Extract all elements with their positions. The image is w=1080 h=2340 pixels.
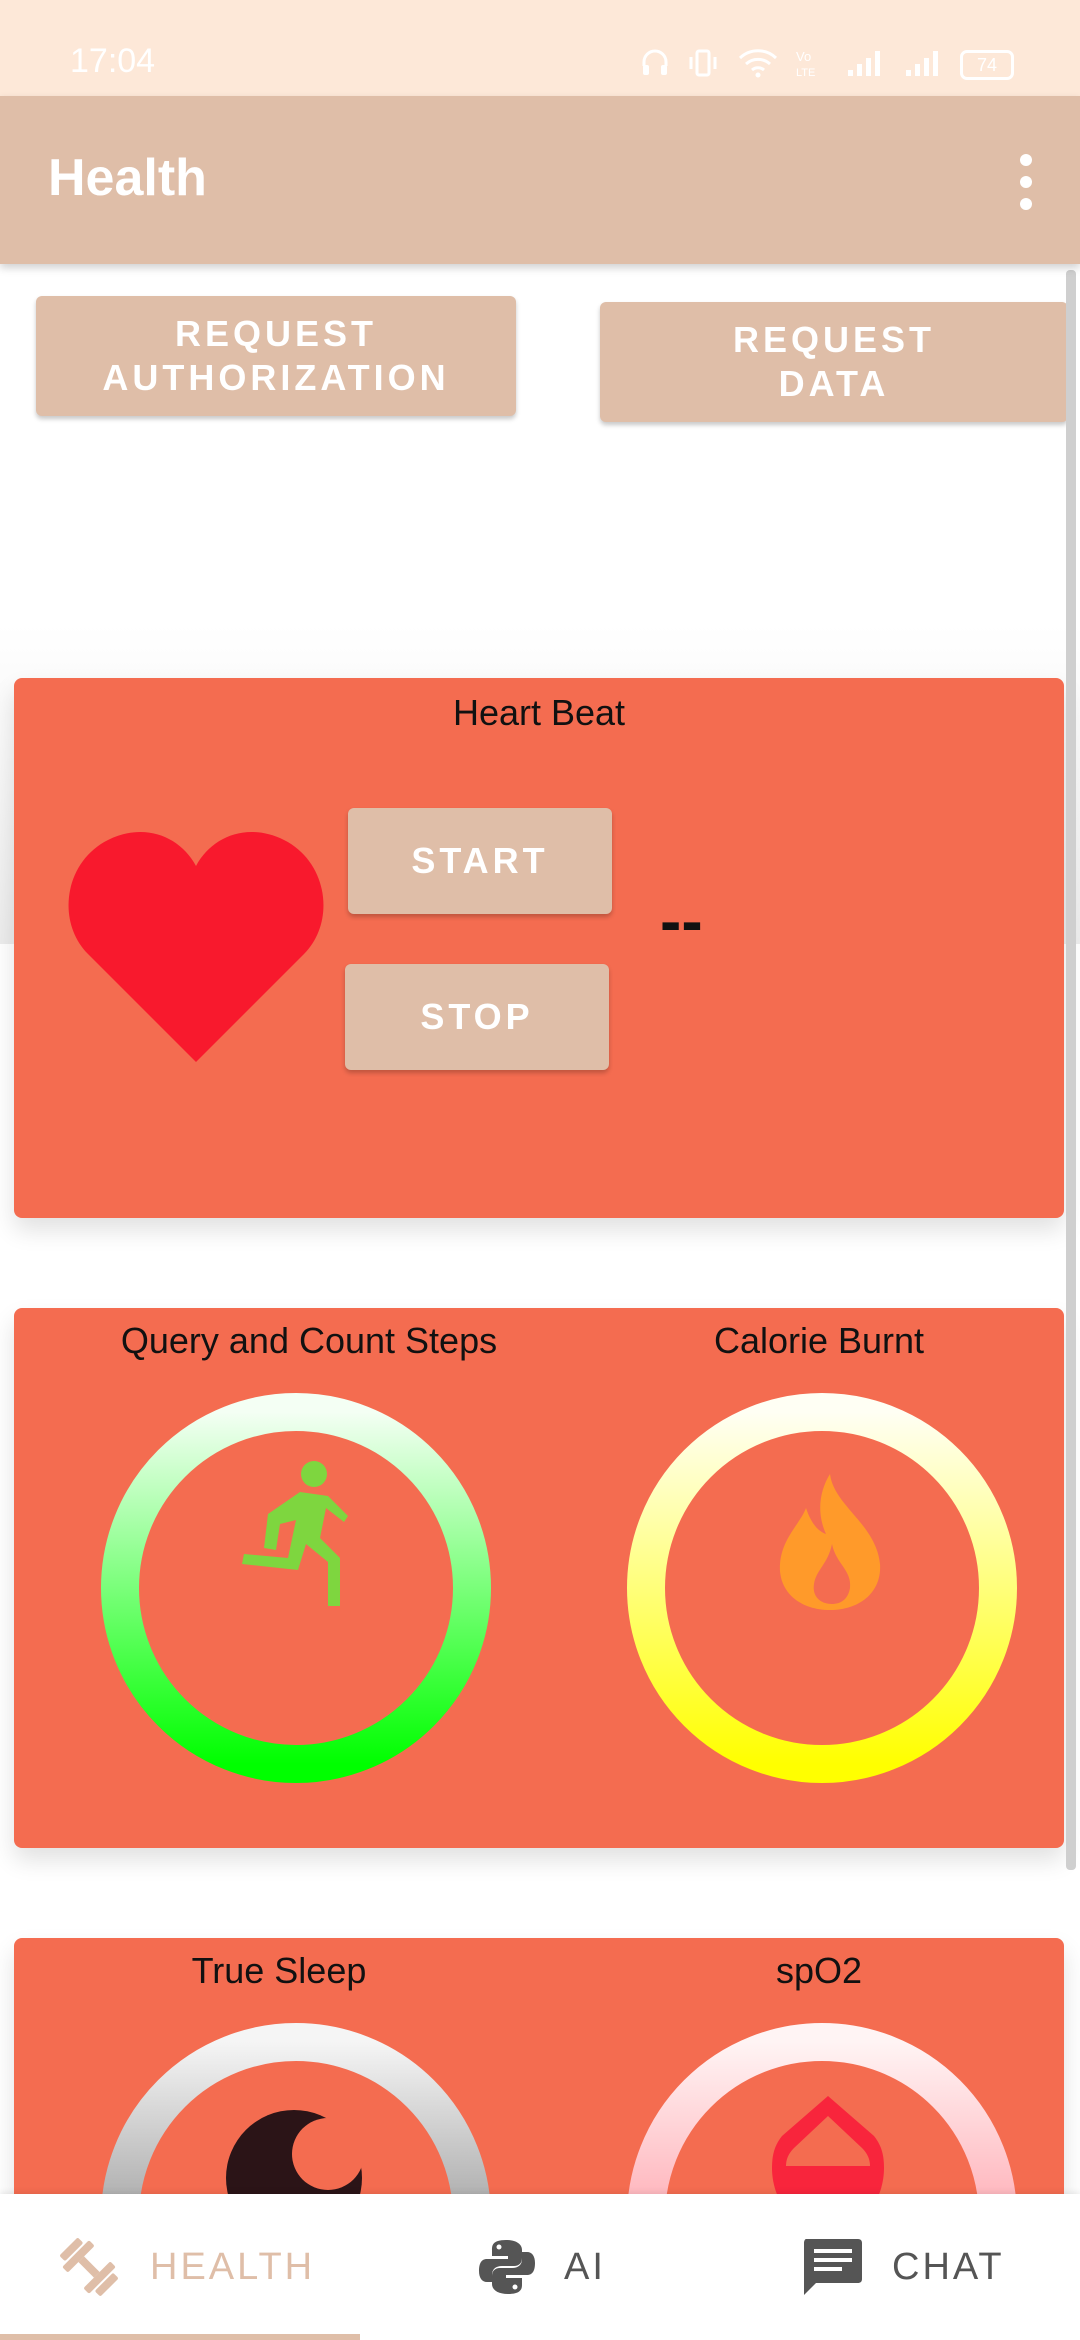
heart-beat-card: Heart Beat START STOP -- xyxy=(14,678,1064,1218)
nav-label-chat: CHAT xyxy=(892,2245,1005,2288)
scrollbar[interactable] xyxy=(1066,270,1076,1870)
chat-icon xyxy=(804,2239,862,2295)
nav-item-ai[interactable]: AI xyxy=(478,2194,606,2340)
vibrate-icon xyxy=(689,49,717,77)
heart-icon xyxy=(68,832,324,1062)
bottom-navigation: HEALTH AI CHAT xyxy=(0,2194,1080,2340)
request-data-button[interactable]: REQUEST DATA xyxy=(600,302,1068,422)
dumbbell-icon xyxy=(60,2238,118,2296)
status-time: 17:04 xyxy=(70,42,156,80)
running-person-icon xyxy=(242,1461,348,1606)
nav-item-chat[interactable]: CHAT xyxy=(800,2194,1005,2340)
nav-label-ai: AI xyxy=(564,2245,606,2288)
request-authorization-button[interactable]: REQUEST AUTHORIZATION xyxy=(36,296,516,416)
nav-item-health[interactable]: HEALTH xyxy=(56,2194,315,2340)
steps-calorie-card: Query and Count Steps Calorie Burnt xyxy=(14,1308,1064,1848)
signal-icon xyxy=(848,51,880,76)
battery-level: 74 xyxy=(976,54,998,75)
headset-icon xyxy=(642,49,668,75)
sleep-title: True Sleep xyxy=(191,1950,367,1991)
signal-icon xyxy=(906,51,938,76)
more-vert-icon xyxy=(1020,154,1032,166)
spo2-title: spO2 xyxy=(775,1950,863,1991)
fire-icon xyxy=(779,1474,881,1610)
battery-icon: 74 xyxy=(960,50,1014,80)
svg-text:Vo: Vo xyxy=(796,49,811,64)
heart-rate-value: -- xyxy=(660,885,703,957)
page-title: Health xyxy=(48,149,207,207)
calorie-title: Calorie Burnt xyxy=(713,1320,925,1361)
blood-drop-icon xyxy=(772,2096,884,2194)
active-tab-indicator xyxy=(0,2334,360,2340)
steps-title: Query and Count Steps xyxy=(120,1320,498,1361)
app-bar: Health xyxy=(0,96,1080,264)
wifi-icon xyxy=(738,49,778,78)
stop-button[interactable]: STOP xyxy=(345,964,609,1070)
overflow-menu-button[interactable] xyxy=(996,152,1056,212)
python-icon xyxy=(479,2240,535,2294)
status-bar: 17:04 Vo LTE 74 xyxy=(0,0,1080,96)
volte-icon: Vo LTE xyxy=(796,49,815,78)
start-button[interactable]: START xyxy=(348,808,612,914)
heart-beat-title: Heart Beat xyxy=(452,692,626,733)
svg-text:LTE: LTE xyxy=(796,67,815,78)
moon-eye-icon xyxy=(226,2110,364,2194)
sleep-spo2-card: True Sleep spO2 xyxy=(14,1938,1064,2194)
health-content: REQUEST AUTHORIZATION REQUEST DATA Heart… xyxy=(0,264,1080,2194)
nav-label-health: HEALTH xyxy=(150,2245,316,2288)
